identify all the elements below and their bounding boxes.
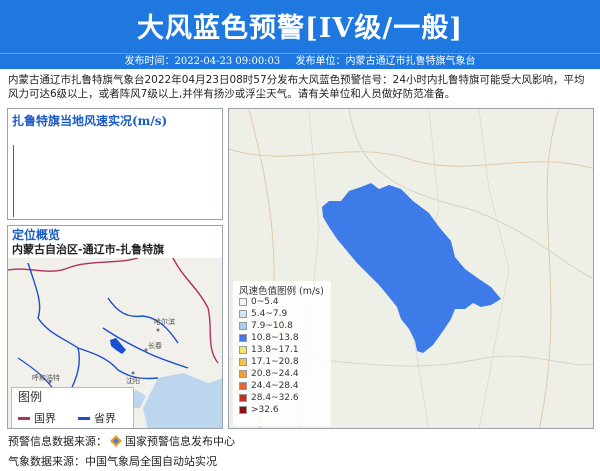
warning-source-line: 预警信息数据来源： 国家预警信息发布中心 <box>8 433 235 449</box>
chart-y-axis <box>13 145 14 217</box>
legend-row-6: 20.8~24.4 <box>239 369 299 379</box>
legend-swatch-8 <box>239 394 247 402</box>
legend-swatch-2 <box>239 322 247 330</box>
legend-row-4: 13.8~17.1 <box>239 345 299 355</box>
national-border-swatch <box>18 416 30 420</box>
overview-legend: 图例 国界 省界 <box>11 387 134 428</box>
legend-label-8: 28.4~32.6 <box>251 393 299 403</box>
legend-label-2: 7.9~10.8 <box>251 321 293 331</box>
province-border-label: 省界 <box>94 412 116 425</box>
publish-info-bar: 发布时间：2022-04-23 09:00:03 发布单位：内蒙古通辽市扎鲁特旗… <box>0 53 600 69</box>
legend-label-9: >32.6 <box>251 405 279 415</box>
legend-swatch-6 <box>239 370 247 378</box>
location-overview-panel: 定位概览 内蒙古自治区-通辽市-扎鲁特旗 哈尔滨 长春 呼和浩特 沈阳 图例 国… <box>7 225 223 429</box>
national-border-label: 国界 <box>34 412 56 425</box>
legend-swatch-1 <box>239 310 247 318</box>
legend-label-7: 24.4~28.4 <box>251 381 299 391</box>
legend-swatch-4 <box>239 346 247 354</box>
province-border-swatch <box>78 416 90 420</box>
warning-source-label: 预警信息数据来源： <box>8 435 107 448</box>
legend-row-0: 0~5.4 <box>239 297 279 307</box>
legend-row-9: >32.6 <box>239 405 279 415</box>
legend-national-border: 国界 <box>18 410 56 426</box>
legend-label-6: 20.8~24.4 <box>251 369 299 379</box>
publish-unit: 发布单位：内蒙古通辽市扎鲁特旗气象台 <box>295 56 476 67</box>
city-label-shenyang: 沈阳 <box>126 376 140 385</box>
page-title: 大风蓝色预警[IV级/一般] <box>137 13 463 44</box>
warning-center-logo-icon <box>110 435 122 447</box>
wind-color-legend-title: 风速色值图例 (m/s) <box>239 286 324 297</box>
legend-swatch-0 <box>239 298 247 306</box>
legend-label-4: 13.8~17.1 <box>251 345 299 355</box>
publish-time: 发布时间：2022-04-23 09:00:03 <box>124 56 281 67</box>
wind-speed-chart-panel: 扎鲁特旗当地风速实况(m/s) <box>7 108 223 220</box>
legend-row-2: 7.9~10.8 <box>239 321 293 331</box>
weather-source-line: 气象数据来源：中国气象局全国自动站实况 <box>8 453 217 469</box>
legend-row-1: 5.4~7.9 <box>239 309 287 319</box>
legend-label-3: 10.8~13.8 <box>251 333 299 343</box>
main-map-panel: 风速色值图例 (m/s) 0~5.4 5.4~7.9 7.9~10.8 10.8… <box>228 108 594 429</box>
warning-source-org[interactable]: 国家预警信息发布中心 <box>125 433 235 449</box>
weather-source-label: 气象数据来源：中国气象局全国自动站实况 <box>8 455 217 468</box>
city-label-harbin: 哈尔滨 <box>154 317 175 326</box>
legend-label-5: 17.1~20.8 <box>251 357 299 367</box>
legend-swatch-7 <box>239 382 247 390</box>
legend-label-1: 5.4~7.9 <box>251 309 288 319</box>
overview-legend-title: 图例 <box>18 390 43 404</box>
legend-swatch-3 <box>239 334 247 342</box>
wind-speed-chart-title: 扎鲁特旗当地风速实况(m/s) <box>12 114 168 128</box>
wind-color-legend: 风速色值图例 (m/s) 0~5.4 5.4~7.9 7.9~10.8 10.8… <box>233 281 331 426</box>
location-path: 内蒙古自治区-通辽市-扎鲁特旗 <box>12 243 165 256</box>
warning-description: 内蒙古通辽市扎鲁特旗气象台2022年04月23日08时57分发布大风蓝色预警信号… <box>8 74 585 100</box>
legend-swatch-9 <box>239 406 247 414</box>
city-dot-harbin <box>156 328 160 332</box>
legend-province-border: 省界 <box>78 410 116 426</box>
legend-row-7: 24.4~28.4 <box>239 381 299 391</box>
city-label-hohhot: 呼和浩特 <box>32 373 60 382</box>
legend-row-3: 10.8~13.8 <box>239 333 299 343</box>
legend-row-8: 28.4~32.6 <box>239 393 299 403</box>
legend-row-5: 17.1~20.8 <box>239 357 299 367</box>
header-banner: 大风蓝色预警[IV级/一般] <box>0 0 600 53</box>
legend-label-0: 0~5.4 <box>251 297 279 307</box>
legend-swatch-5 <box>239 358 247 366</box>
city-dot-shenyang <box>131 371 135 375</box>
city-label-changchun: 长春 <box>148 341 162 350</box>
